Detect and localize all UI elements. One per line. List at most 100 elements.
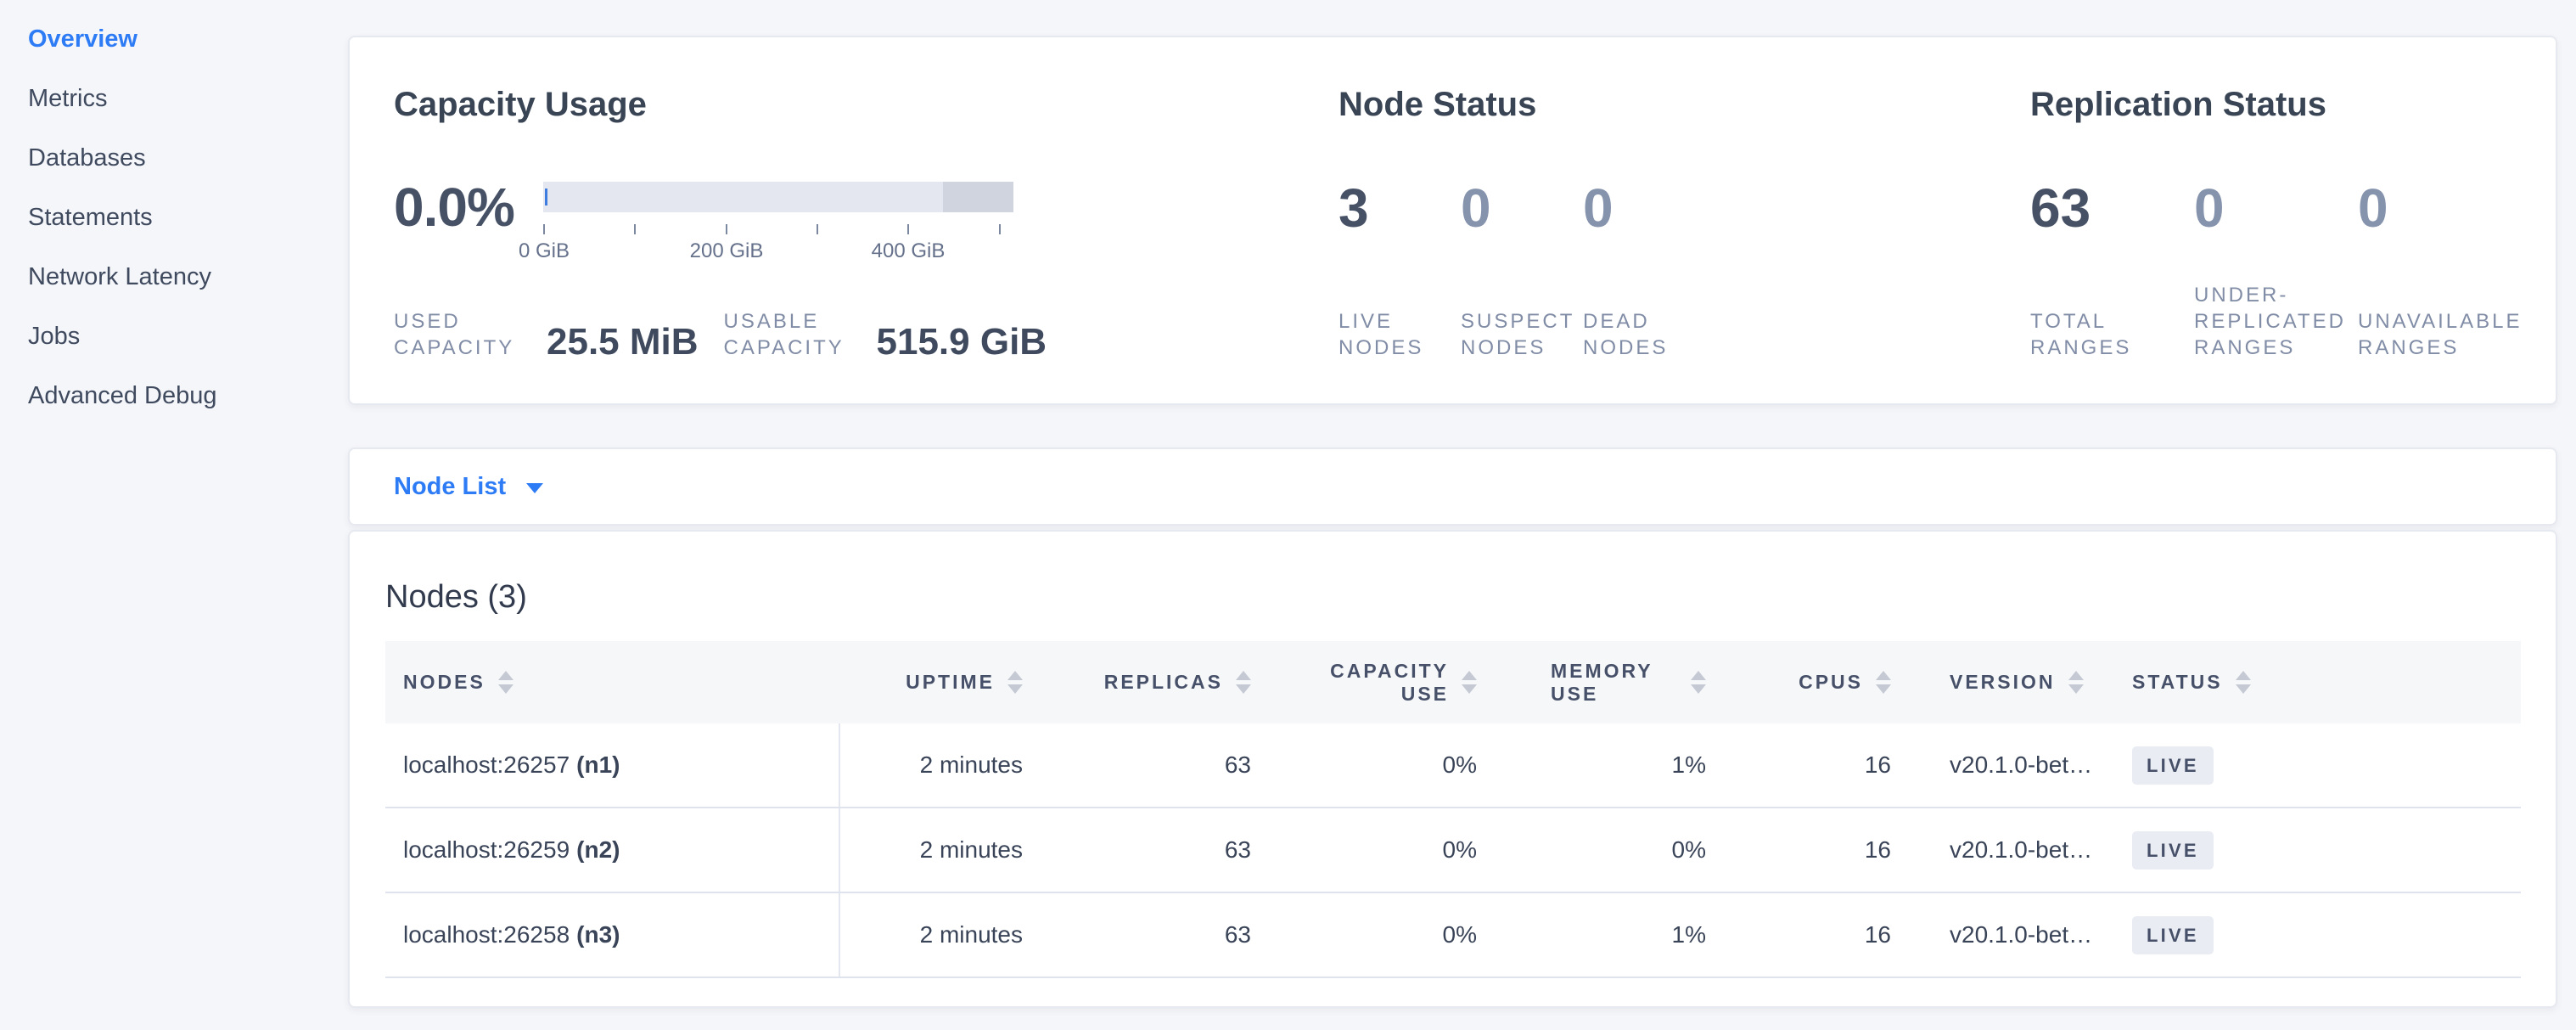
column-header[interactable]: REPLICAS — [1044, 671, 1273, 694]
replication-status-panel: Replication Status 63 TOTAL RANGES 0 UND… — [2030, 84, 2522, 352]
cell-uptime: 2 minutes — [840, 893, 1044, 977]
sidebar-item[interactable]: Metrics — [28, 69, 348, 128]
column-header-label: UPTIME — [906, 671, 995, 694]
gauge-ticks — [543, 224, 1013, 234]
column-header[interactable]: CAPACITY USE — [1273, 660, 1497, 706]
table-row[interactable]: localhost:26258(n3) 2 minutes 63 0% 1% 1… — [385, 893, 2521, 978]
capacity-usage-panel: Capacity Usage 0.0% 0 GiB 200 GiB 400 Gi… — [394, 84, 1339, 352]
cell-status: LIVE — [2107, 723, 2521, 807]
sidebar-item[interactable]: Databases — [28, 128, 348, 188]
nodes-card: Nodes (3) NODES UPTIME REPLICAS CAPACITY… — [348, 530, 2557, 1008]
sort-icon[interactable] — [498, 671, 514, 694]
capacity-gauge: 0 GiB 200 GiB 400 GiB — [543, 182, 1013, 265]
cell-replicas: 63 — [1044, 893, 1273, 977]
nodes-table: NODES UPTIME REPLICAS CAPACITY USE MEMOR… — [385, 641, 2521, 978]
column-header[interactable]: CPUS — [1743, 671, 1911, 694]
sort-icon[interactable] — [2068, 671, 2084, 694]
column-header-label: STATUS — [2132, 671, 2223, 694]
caret-down-icon — [526, 483, 543, 493]
nodes-table-body: localhost:26257(n1) 2 minutes 63 0% 1% 1… — [385, 723, 2521, 978]
column-header-label: MEMORY USE — [1551, 660, 1678, 706]
cell-capacity-use: 0% — [1273, 893, 1497, 977]
gauge-other-segment — [943, 182, 1013, 212]
node-status-stat: 0 DEAD NODES — [1583, 180, 1705, 361]
capacity-stat-label: USED CAPACITY — [394, 308, 545, 361]
column-header-label: NODES — [403, 671, 485, 694]
cell-memory-use: 1% — [1497, 893, 1743, 977]
cell-version: v20.1.0-bet… — [1911, 808, 2107, 892]
node-list-dropdown-label: Node List — [394, 473, 506, 501]
gauge-tick-labels: 0 GiB 200 GiB 400 GiB — [543, 239, 1013, 265]
table-row[interactable]: localhost:26257(n1) 2 minutes 63 0% 1% 1… — [385, 723, 2521, 808]
column-header[interactable]: STATUS — [2107, 671, 2521, 694]
sidebar: OverviewMetricsDatabasesStatementsNetwor… — [0, 0, 348, 1030]
stat-label: LIVE NODES — [1339, 308, 1461, 361]
column-header[interactable]: UPTIME — [840, 671, 1044, 694]
cell-version: v20.1.0-bet… — [1911, 893, 2107, 977]
capacity-stat-label: USABLE CAPACITY — [724, 308, 875, 361]
sidebar-item[interactable]: Jobs — [28, 307, 348, 366]
replication-stat: 0 UNDER-REPLICATED RANGES — [2194, 180, 2358, 361]
sort-icon[interactable] — [1876, 671, 1891, 694]
sidebar-item[interactable]: Overview — [28, 9, 348, 69]
column-header[interactable]: NODES — [385, 671, 840, 694]
cell-memory-use: 0% — [1497, 808, 1743, 892]
sidebar-item[interactable]: Statements — [28, 188, 348, 247]
cell-node: localhost:26259(n2) — [385, 808, 840, 892]
capacity-gauge-bar — [543, 182, 1013, 212]
replication-status-title: Replication Status — [2030, 84, 2522, 125]
sidebar-item[interactable]: Advanced Debug — [28, 366, 348, 425]
stat-value: 0 — [2194, 180, 2358, 236]
status-badge: LIVE — [2132, 746, 2214, 785]
cell-replicas: 63 — [1044, 723, 1273, 807]
cluster-summary-card: Capacity Usage 0.0% 0 GiB 200 GiB 400 Gi… — [348, 36, 2557, 405]
capacity-stat-value: 515.9 GiB — [877, 324, 1047, 361]
stat-label: TOTAL RANGES — [2030, 308, 2194, 361]
capacity-stat-value: 25.5 MiB — [547, 324, 699, 361]
sort-icon[interactable] — [1691, 671, 1706, 694]
stat-value: 63 — [2030, 180, 2194, 236]
table-row[interactable]: localhost:26259(n2) 2 minutes 63 0% 0% 1… — [385, 808, 2521, 893]
capacity-stat: USED CAPACITY 25.5 MiB — [394, 308, 699, 361]
node-status-panel: Node Status 3 LIVE NODES 0 SUSPECT NODES… — [1339, 84, 2030, 352]
cell-memory-use: 1% — [1497, 723, 1743, 807]
column-header-label: VERSION — [1950, 671, 2056, 694]
node-id: (n2) — [576, 836, 620, 864]
capacity-used-percent: 0.0% — [394, 180, 543, 234]
node-list-dropdown[interactable]: Node List — [394, 473, 543, 501]
column-header-label: CPUS — [1799, 671, 1863, 694]
node-address: localhost:26257 — [403, 751, 570, 779]
gauge-tick-label: 200 GiB — [690, 239, 764, 263]
node-id: (n1) — [576, 751, 620, 779]
column-header[interactable]: VERSION — [1911, 671, 2107, 694]
column-header[interactable]: MEMORY USE — [1497, 660, 1743, 706]
replication-stat: 0 UNAVAILABLE RANGES — [2358, 180, 2522, 361]
gauge-tick-label: 400 GiB — [872, 239, 946, 263]
capacity-stat: USABLE CAPACITY 515.9 GiB — [724, 308, 1047, 361]
cell-uptime: 2 minutes — [840, 808, 1044, 892]
cell-cpus: 16 — [1743, 808, 1911, 892]
stat-label: UNAVAILABLE RANGES — [2358, 308, 2522, 361]
stat-value: 0 — [1583, 180, 1705, 236]
sort-icon[interactable] — [1462, 671, 1477, 694]
cell-capacity-use: 0% — [1273, 723, 1497, 807]
cell-uptime: 2 minutes — [840, 723, 1044, 807]
cell-capacity-use: 0% — [1273, 808, 1497, 892]
sidebar-item[interactable]: Network Latency — [28, 247, 348, 307]
cell-replicas: 63 — [1044, 808, 1273, 892]
node-id: (n3) — [576, 921, 620, 948]
cell-cpus: 16 — [1743, 893, 1911, 977]
sort-icon[interactable] — [1236, 671, 1251, 694]
status-badge: LIVE — [2132, 831, 2214, 870]
cell-node: localhost:26257(n1) — [385, 723, 840, 807]
node-status-title: Node Status — [1339, 84, 2030, 125]
node-status-stat: 0 SUSPECT NODES — [1461, 180, 1583, 361]
nodes-section-title: Nodes (3) — [385, 577, 2521, 616]
node-status-stat: 3 LIVE NODES — [1339, 180, 1461, 361]
sort-icon[interactable] — [2236, 671, 2251, 694]
stat-value: 0 — [2358, 180, 2522, 236]
node-address: localhost:26258 — [403, 921, 570, 948]
column-header-label: REPLICAS — [1104, 671, 1223, 694]
sort-icon[interactable] — [1007, 671, 1023, 694]
cell-status: LIVE — [2107, 893, 2521, 977]
